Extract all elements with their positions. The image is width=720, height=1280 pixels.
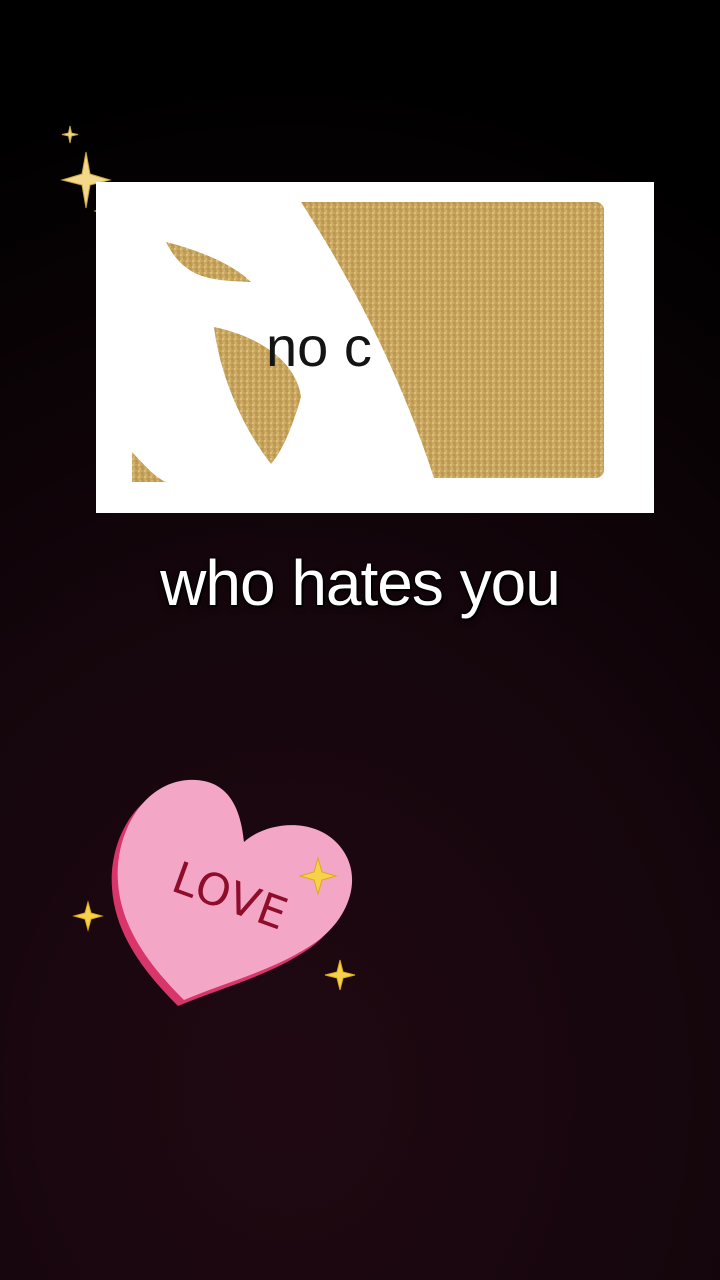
video-frame[interactable]: no c who hates you LOVE: [0, 0, 720, 1280]
caption-text: who hates you: [160, 547, 561, 619]
card-partial-text: no c: [266, 315, 372, 378]
